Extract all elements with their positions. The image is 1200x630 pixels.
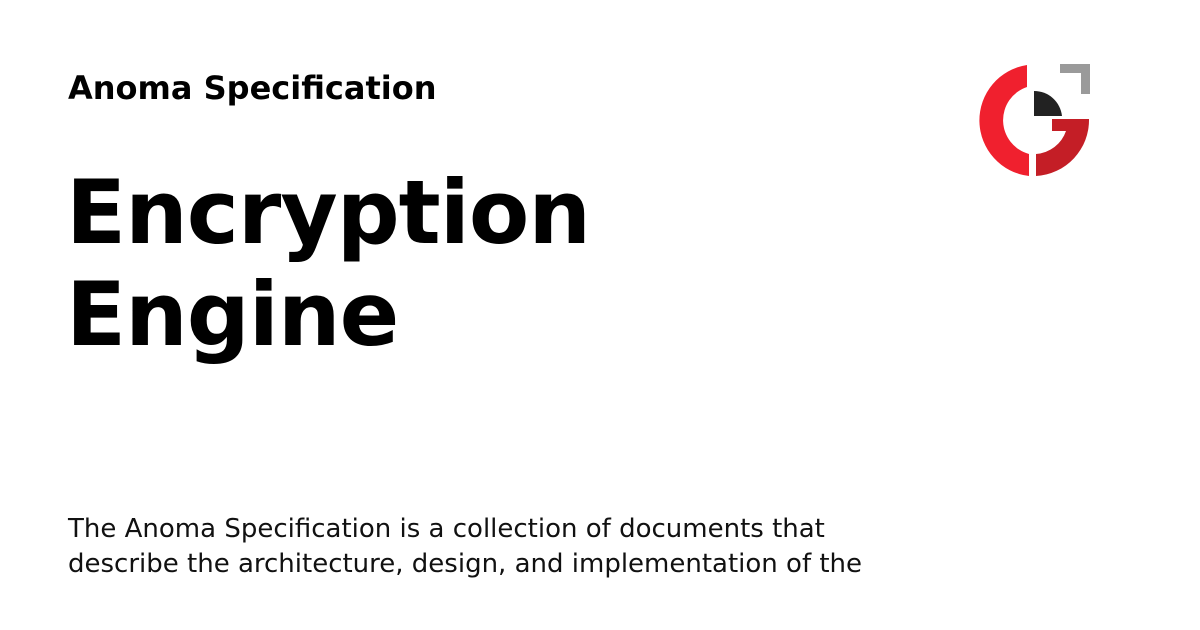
page-description: The Anoma Specification is a collection …: [68, 512, 928, 582]
logo-corner-tab: [1060, 64, 1090, 94]
logo-arc-right: [1036, 119, 1090, 176]
logo-arc-left: [979, 65, 1029, 176]
page-title-line-2: Engine: [66, 263, 399, 366]
page-title: Encryption Engine: [66, 161, 591, 366]
page-title-line-1: Encryption: [66, 161, 591, 264]
social-card: Anoma Specification Encryption Engine Th…: [0, 0, 1200, 630]
logo-center-quarter: [1034, 90, 1062, 116]
anoma-logo-icon: [970, 58, 1096, 184]
site-name: Anoma Specification: [68, 69, 437, 107]
description-line-1: The Anoma Specification is a collection …: [68, 514, 825, 544]
description-line-2: describe the architecture, design, and i…: [68, 549, 863, 579]
